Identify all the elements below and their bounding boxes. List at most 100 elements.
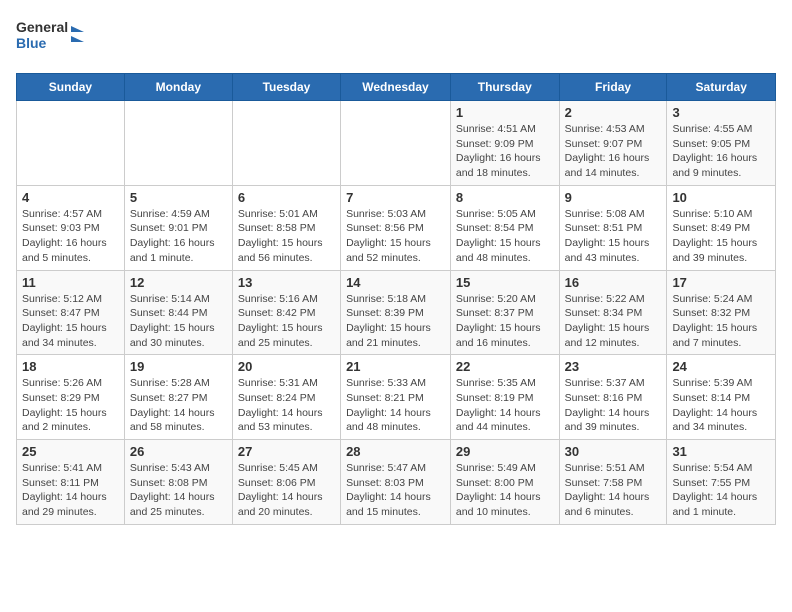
day-number: 18 <box>22 359 119 374</box>
day-info: Sunrise: 5:20 AMSunset: 8:37 PMDaylight:… <box>456 292 554 351</box>
day-info: Sunrise: 5:10 AMSunset: 8:49 PMDaylight:… <box>672 207 770 266</box>
day-number: 17 <box>672 275 770 290</box>
day-number: 7 <box>346 190 445 205</box>
calendar-cell: 3 Sunrise: 4:55 AMSunset: 9:05 PMDaylight… <box>667 101 776 186</box>
day-info: Sunrise: 5:33 AMSunset: 8:21 PMDaylight:… <box>346 376 445 435</box>
calendar-cell: 15Sunrise: 5:20 AMSunset: 8:37 PMDayligh… <box>450 270 559 355</box>
day-number: 27 <box>238 444 335 459</box>
day-number: 26 <box>130 444 227 459</box>
day-info: Sunrise: 5:54 AMSunset: 7:55 PMDaylight:… <box>672 461 770 520</box>
calendar-cell: 29Sunrise: 5:49 AMSunset: 8:00 PMDayligh… <box>450 440 559 525</box>
svg-text:General: General <box>16 19 68 35</box>
svg-text:Blue: Blue <box>16 35 47 51</box>
day-number: 4 <box>22 190 119 205</box>
calendar-cell: 26 Sunrise: 5:43 AMSunset: 8:08 PMDayligh… <box>124 440 232 525</box>
day-info: Sunrise: 5:24 AMSunset: 8:32 PMDaylight:… <box>672 292 770 351</box>
calendar-cell: 1Sunrise: 4:51 AMSunset: 9:09 PMDaylight… <box>450 101 559 186</box>
day-number: 9 <box>565 190 662 205</box>
calendar-cell: 12 Sunrise: 5:14 AMSunset: 8:44 PMDayligh… <box>124 270 232 355</box>
weekday-header-cell: Wednesday <box>341 74 451 101</box>
day-info: Sunrise: 5:45 AMSunset: 8:06 PMDaylight:… <box>238 461 335 520</box>
calendar-cell: 27 Sunrise: 5:45 AMSunset: 8:06 PMDayligh… <box>232 440 340 525</box>
day-info: Sunrise: 5:18 AMSunset: 8:39 PMDaylight:… <box>346 292 445 351</box>
calendar-cell <box>17 101 125 186</box>
day-number: 30 <box>565 444 662 459</box>
calendar-cell: 19 Sunrise: 5:28 AMSunset: 8:27 PMDayligh… <box>124 355 232 440</box>
calendar-cell: 22 Sunrise: 5:35 AMSunset: 8:19 PMDayligh… <box>450 355 559 440</box>
day-info: Sunrise: 4:51 AMSunset: 9:09 PMDaylight:… <box>456 122 554 181</box>
calendar-cell: 13Sunrise: 5:16 AMSunset: 8:42 PMDayligh… <box>232 270 340 355</box>
day-info: Sunrise: 5:08 AMSunset: 8:51 PMDaylight:… <box>565 207 662 266</box>
day-info: Sunrise: 5:41 AMSunset: 8:11 PMDaylight:… <box>22 461 119 520</box>
day-number: 31 <box>672 444 770 459</box>
day-number: 11 <box>22 275 119 290</box>
calendar-cell: 11 Sunrise: 5:12 AMSunset: 8:47 PMDayligh… <box>17 270 125 355</box>
day-info: Sunrise: 4:55 AMSunset: 9:05 PMDaylight:… <box>672 122 770 181</box>
day-number: 25 <box>22 444 119 459</box>
day-number: 21 <box>346 359 445 374</box>
day-number: 2 <box>565 105 662 120</box>
calendar-cell: 5Sunrise: 4:59 AMSunset: 9:01 PMDaylight… <box>124 185 232 270</box>
calendar-cell: 24 Sunrise: 5:39 AMSunset: 8:14 PMDayligh… <box>667 355 776 440</box>
day-info: Sunrise: 4:59 AMSunset: 9:01 PMDaylight:… <box>130 207 227 266</box>
weekday-header-row: SundayMondayTuesdayWednesdayThursdayFrid… <box>17 74 776 101</box>
calendar-cell: 16 Sunrise: 5:22 AMSunset: 8:34 PMDayligh… <box>559 270 667 355</box>
calendar-cell: 20 Sunrise: 5:31 AMSunset: 8:24 PMDayligh… <box>232 355 340 440</box>
day-info: Sunrise: 5:03 AMSunset: 8:56 PMDaylight:… <box>346 207 445 266</box>
weekday-header-cell: Tuesday <box>232 74 340 101</box>
calendar-cell: 9 Sunrise: 5:08 AMSunset: 8:51 PMDaylight… <box>559 185 667 270</box>
day-info: Sunrise: 5:35 AMSunset: 8:19 PMDaylight:… <box>456 376 554 435</box>
day-info: Sunrise: 5:39 AMSunset: 8:14 PMDaylight:… <box>672 376 770 435</box>
day-info: Sunrise: 5:14 AMSunset: 8:44 PMDaylight:… <box>130 292 227 351</box>
calendar-week-row: 25 Sunrise: 5:41 AMSunset: 8:11 PMDayligh… <box>17 440 776 525</box>
calendar-cell: 2Sunrise: 4:53 AMSunset: 9:07 PMDaylight… <box>559 101 667 186</box>
day-number: 12 <box>130 275 227 290</box>
calendar-cell: 23Sunrise: 5:37 AMSunset: 8:16 PMDayligh… <box>559 355 667 440</box>
calendar-cell: 6Sunrise: 5:01 AMSunset: 8:58 PMDaylight… <box>232 185 340 270</box>
calendar-body: 1Sunrise: 4:51 AMSunset: 9:09 PMDaylight… <box>17 101 776 525</box>
page-header: General Blue <box>16 16 776 61</box>
weekday-header-cell: Thursday <box>450 74 559 101</box>
weekday-header-cell: Monday <box>124 74 232 101</box>
calendar-cell: 8Sunrise: 5:05 AMSunset: 8:54 PMDaylight… <box>450 185 559 270</box>
day-number: 14 <box>346 275 445 290</box>
calendar-cell: 10Sunrise: 5:10 AMSunset: 8:49 PMDayligh… <box>667 185 776 270</box>
day-info: Sunrise: 5:28 AMSunset: 8:27 PMDaylight:… <box>130 376 227 435</box>
day-info: Sunrise: 5:31 AMSunset: 8:24 PMDaylight:… <box>238 376 335 435</box>
calendar-cell <box>341 101 451 186</box>
day-number: 29 <box>456 444 554 459</box>
day-info: Sunrise: 5:22 AMSunset: 8:34 PMDaylight:… <box>565 292 662 351</box>
calendar-cell: 21 Sunrise: 5:33 AMSunset: 8:21 PMDayligh… <box>341 355 451 440</box>
calendar-week-row: 4 Sunrise: 4:57 AMSunset: 9:03 PMDaylight… <box>17 185 776 270</box>
day-info: Sunrise: 5:37 AMSunset: 8:16 PMDaylight:… <box>565 376 662 435</box>
day-info: Sunrise: 5:16 AMSunset: 8:42 PMDaylight:… <box>238 292 335 351</box>
calendar-cell: 17 Sunrise: 5:24 AMSunset: 8:32 PMDayligh… <box>667 270 776 355</box>
day-number: 19 <box>130 359 227 374</box>
weekday-header-cell: Sunday <box>17 74 125 101</box>
calendar-cell: 28 Sunrise: 5:47 AMSunset: 8:03 PMDayligh… <box>341 440 451 525</box>
calendar-week-row: 18Sunrise: 5:26 AMSunset: 8:29 PMDayligh… <box>17 355 776 440</box>
day-info: Sunrise: 4:57 AMSunset: 9:03 PMDaylight:… <box>22 207 119 266</box>
day-info: Sunrise: 5:12 AMSunset: 8:47 PMDaylight:… <box>22 292 119 351</box>
day-number: 3 <box>672 105 770 120</box>
day-number: 22 <box>456 359 554 374</box>
day-info: Sunrise: 5:43 AMSunset: 8:08 PMDaylight:… <box>130 461 227 520</box>
calendar-table: SundayMondayTuesdayWednesdayThursdayFrid… <box>16 73 776 525</box>
calendar-cell: 7 Sunrise: 5:03 AMSunset: 8:56 PMDaylight… <box>341 185 451 270</box>
calendar-cell: 18Sunrise: 5:26 AMSunset: 8:29 PMDayligh… <box>17 355 125 440</box>
calendar-cell: 25 Sunrise: 5:41 AMSunset: 8:11 PMDayligh… <box>17 440 125 525</box>
day-info: Sunrise: 5:05 AMSunset: 8:54 PMDaylight:… <box>456 207 554 266</box>
logo: General Blue <box>16 16 86 61</box>
calendar-cell <box>232 101 340 186</box>
day-number: 28 <box>346 444 445 459</box>
day-number: 24 <box>672 359 770 374</box>
day-number: 6 <box>238 190 335 205</box>
calendar-cell: 30 Sunrise: 5:51 AMSunset: 7:58 PMDayligh… <box>559 440 667 525</box>
day-info: Sunrise: 5:47 AMSunset: 8:03 PMDaylight:… <box>346 461 445 520</box>
calendar-week-row: 11 Sunrise: 5:12 AMSunset: 8:47 PMDayligh… <box>17 270 776 355</box>
calendar-cell: 14 Sunrise: 5:18 AMSunset: 8:39 PMDayligh… <box>341 270 451 355</box>
day-number: 16 <box>565 275 662 290</box>
day-number: 20 <box>238 359 335 374</box>
logo-svg: General Blue <box>16 16 86 61</box>
day-info: Sunrise: 5:51 AMSunset: 7:58 PMDaylight:… <box>565 461 662 520</box>
